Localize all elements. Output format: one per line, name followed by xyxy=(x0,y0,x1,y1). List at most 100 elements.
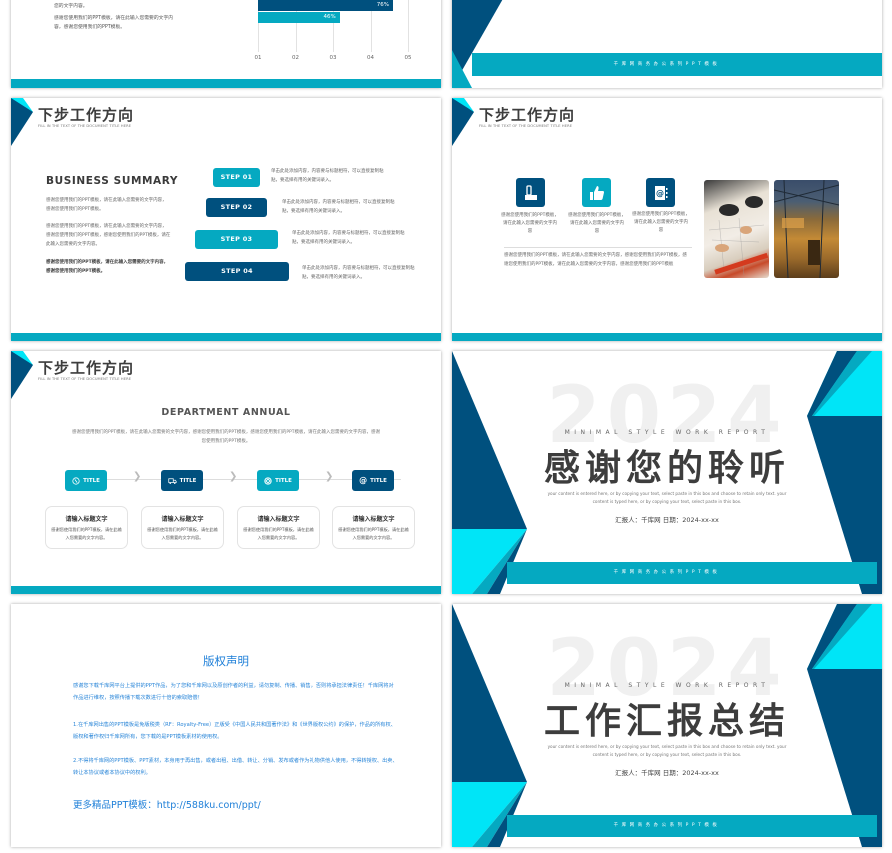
features-paragraph: 感谢您使用我们的PPT模板，请在此输入您需要的文字内容，感谢您使用我们的PPT模… xyxy=(504,253,687,267)
feature-icon-box: @ xyxy=(646,178,675,207)
main-title: 感谢您的聆听 xyxy=(543,448,790,489)
slide1-paragraph: 您的文字内容。 xyxy=(54,4,88,9)
flow-step-3[interactable]: TITLE xyxy=(257,470,299,491)
department-subtitle: 感谢您使用我们的PPT模板，请在此输入您需要的文字内容，感谢您使用我们的PPT模… xyxy=(71,430,381,444)
feature-icon-box xyxy=(582,178,611,207)
step-01-desc: 单击此处添加内容，内容要与标题相符，可以直接复制粘贴，要选择有用的关键词录入。 xyxy=(271,169,384,183)
bottom-bar xyxy=(452,333,882,341)
chart-x-tick: 02 xyxy=(292,55,299,61)
bar-chart: 01 02 03 04 05 76% 46% xyxy=(254,0,418,64)
department-title: DEPARTMENT ANNUAL xyxy=(161,407,291,418)
flow-card-text: 感谢您使用我们的PPT模板，请在此输入您需要的文字内容。 xyxy=(243,527,314,540)
more-templates-link[interactable]: 更多精品PPT模板：http://588ku.com/ppt/ xyxy=(73,797,261,811)
slide-thank-you[interactable]: 2024 MINIMAL STYLE WORK REPORT 感谢您的聆听 yo… xyxy=(452,351,882,594)
step-04-desc: 单击此处添加内容，内容要与标题相符，可以直接复制粘贴，要选择有用的关键词录入。 xyxy=(302,266,415,280)
flow-card-text: 感谢您使用我们的PPT模板，请在此输入您需要的文字内容。 xyxy=(147,527,218,540)
slide-department-annual[interactable]: 下步工作方向 FILL IN THE TEXT OF THE DOCUMENT … xyxy=(11,351,441,594)
slide-subtitle: FILL IN THE TEXT OF THE DOCUMENT TITLE H… xyxy=(38,124,132,128)
chart-x-tick: 05 xyxy=(404,55,412,61)
summary-paragraph: 感谢您使用我们的PPT模板，请在此输入您需要的文字内容，感谢您使用我们的PPT模… xyxy=(46,198,167,212)
step-02-desc: 单击此处添加内容，内容要与标题相符，可以直接复制粘贴，要选择有用的关键词录入。 xyxy=(282,200,395,214)
flow-arrow-icon: ❯ xyxy=(133,471,142,482)
copyright-paragraph: 1.在千库网出售的PPT模板是免版税类（RF：Royalty-Free）正版受《… xyxy=(73,722,396,740)
flow-card-text: 感谢您使用我们的PPT模板，请在此输入您需要的文字内容。 xyxy=(338,527,409,540)
step-02-button[interactable]: STEP 02 xyxy=(206,198,267,217)
flow-card: 请输入标题文字 感谢您使用我们的PPT模板，请在此输入您需要的文字内容。 xyxy=(45,506,128,549)
at-icon: @ xyxy=(359,476,368,485)
flow-step-1[interactable]: TITLE xyxy=(65,470,107,491)
flow-card: 请输入标题文字 感谢您使用我们的PPT模板，请在此输入您需要的文字内容。 xyxy=(332,506,415,549)
summary-title: BUSINESS SUMMARY xyxy=(46,175,179,187)
svg-text:@: @ xyxy=(656,189,664,198)
flow-arrow-icon: ❯ xyxy=(325,471,334,482)
step-03-desc: 单击此处添加内容，内容要与标题相符，可以直接复制粘贴，要选择有用的关键词录入。 xyxy=(292,231,405,245)
chart-x-tick: 04 xyxy=(367,55,374,61)
flow-step-label: TITLE xyxy=(179,477,197,484)
slide-subtitle: FILL IN THE TEXT OF THE DOCUMENT TITLE H… xyxy=(479,124,573,128)
step-03-button[interactable]: STEP 03 xyxy=(195,230,278,249)
chart-x-tick: 01 xyxy=(254,55,262,61)
blueprint-photo xyxy=(704,180,769,278)
footer-band-text: 千库网商务办公系列PPT模板 xyxy=(613,62,721,67)
summary-paragraph: 感谢您使用我们的PPT模板，请在此输入您需要的文字内容，感谢您使用我们的PPT模… xyxy=(46,224,171,247)
slide-title: 下步工作方向 xyxy=(38,359,135,377)
chart-bar: 76% xyxy=(258,0,393,11)
copyright-paragraph: 感谢您下载千库网平台上提供的PPT作品，为了您和千库网以及原创作者的利益，请勿复… xyxy=(73,683,394,701)
header-corner-decor xyxy=(452,98,474,146)
report-label: MINIMAL STYLE WORK REPORT xyxy=(564,682,770,689)
slide-chart-partial[interactable]: 您的文字内容。 感谢您使用我们的PPT模板，请在此输入您需要的文字内容，感谢您使… xyxy=(11,0,441,88)
flow-card: 请输入标题文字 感谢您使用我们的PPT模板，请在此输入您需要的文字内容。 xyxy=(237,506,320,549)
copyright-paragraph: 2.不得将千库网的PPT模板、PPT素材，本身用于再出售，或者出租、出借、转让、… xyxy=(73,758,398,776)
slide1-paragraph: 感谢您使用我们的PPT模板，请在此输入您需要的文字内容，感谢您使用我们的PPT模… xyxy=(54,16,174,30)
flow-card-text: 感谢您使用我们的PPT模板，请在此输入您需要的文字内容。 xyxy=(51,527,122,540)
title-description: your content is entered here, or by copy… xyxy=(547,491,787,504)
feature-caption: 感谢您使用我们的PPT模板，请在此输入您需要的文字内容 xyxy=(632,212,690,233)
copyright-title: 版权声明 xyxy=(203,654,249,668)
footer-band-text: 千库网商务办公系列PPT模板 xyxy=(613,823,721,828)
factory-photo xyxy=(774,180,839,278)
footer-band-text: 千库网商务办公系列PPT模板 xyxy=(613,570,721,575)
thumbs-up-icon xyxy=(589,185,604,200)
flow-step-label: TITLE xyxy=(370,477,387,484)
phone-icon xyxy=(524,184,537,200)
slide-business-summary[interactable]: 下步工作方向 FILL IN THE TEXT OF THE DOCUMENT … xyxy=(11,98,441,341)
feature-caption: 感谢您使用我们的PPT模板，请在此输入您需要的文字内容 xyxy=(568,213,626,234)
header-corner-decor xyxy=(11,98,33,146)
report-label: MINIMAL STYLE WORK REPORT xyxy=(564,429,770,436)
phone-circle-icon xyxy=(72,476,80,485)
feature-caption: 感谢您使用我们的PPT模板，请在此输入您需要的文字内容 xyxy=(501,213,559,234)
slide-features-photos[interactable]: 下步工作方向 FILL IN THE TEXT OF THE DOCUMENT … xyxy=(452,98,882,341)
reporter-date: 汇报人：千库网 日期：2024-xx-xx xyxy=(615,769,719,777)
flow-card-title: 请输入标题文字 xyxy=(65,516,108,523)
slide-copyright[interactable]: 版权声明 感谢您下载千库网平台上提供的PPT作品，为了您和千库网以及原创作者的利… xyxy=(11,604,441,847)
flow-card-title: 请输入标题文字 xyxy=(352,516,395,523)
step-01-button[interactable]: STEP 01 xyxy=(213,168,260,187)
flow-step-label: TITLE xyxy=(83,477,100,484)
chart-bar: 46% xyxy=(258,12,340,23)
summary-paragraph: 感谢您使用我们的PPT模板，请在此输入您需要的文字内容，感谢您使用我们的PPT模… xyxy=(46,260,169,274)
bottom-bar xyxy=(11,586,441,594)
slide-subtitle: FILL IN THE TEXT OF THE DOCUMENT TITLE H… xyxy=(38,377,132,381)
slide-work-report-cover[interactable]: 2024 MINIMAL STYLE WORK REPORT 工作汇报总结 yo… xyxy=(452,604,882,847)
flow-arrow-icon: ❯ xyxy=(229,471,238,482)
title-description: your content is entered here, or by copy… xyxy=(547,744,787,757)
main-title: 工作汇报总结 xyxy=(543,701,790,742)
slide-title: 下步工作方向 xyxy=(479,106,576,124)
chart-gridline xyxy=(408,0,409,52)
step-04-button[interactable]: STEP 04 xyxy=(185,262,289,281)
lifebuoy-icon xyxy=(264,476,272,485)
flow-card-title: 请输入标题文字 xyxy=(161,516,204,523)
flow-step-label: TITLE xyxy=(275,477,292,484)
slide-title: 下步工作方向 xyxy=(38,106,135,124)
bottom-bar xyxy=(11,333,441,341)
flow-step-2[interactable]: TITLE xyxy=(161,470,203,491)
slide-title-partial[interactable]: 千库网商务办公系列PPT模板 xyxy=(452,0,882,88)
flow-step-4[interactable]: @ TITLE xyxy=(352,470,394,491)
bottom-bar xyxy=(11,79,441,88)
chart-x-tick: 03 xyxy=(329,55,337,61)
address-book-icon: @ xyxy=(654,185,667,200)
feature-icon-box xyxy=(516,178,545,207)
header-corner-decor xyxy=(11,351,33,399)
reporter-date: 汇报人：千库网 日期：2024-xx-xx xyxy=(615,516,719,524)
flow-card-title: 请输入标题文字 xyxy=(257,516,300,523)
